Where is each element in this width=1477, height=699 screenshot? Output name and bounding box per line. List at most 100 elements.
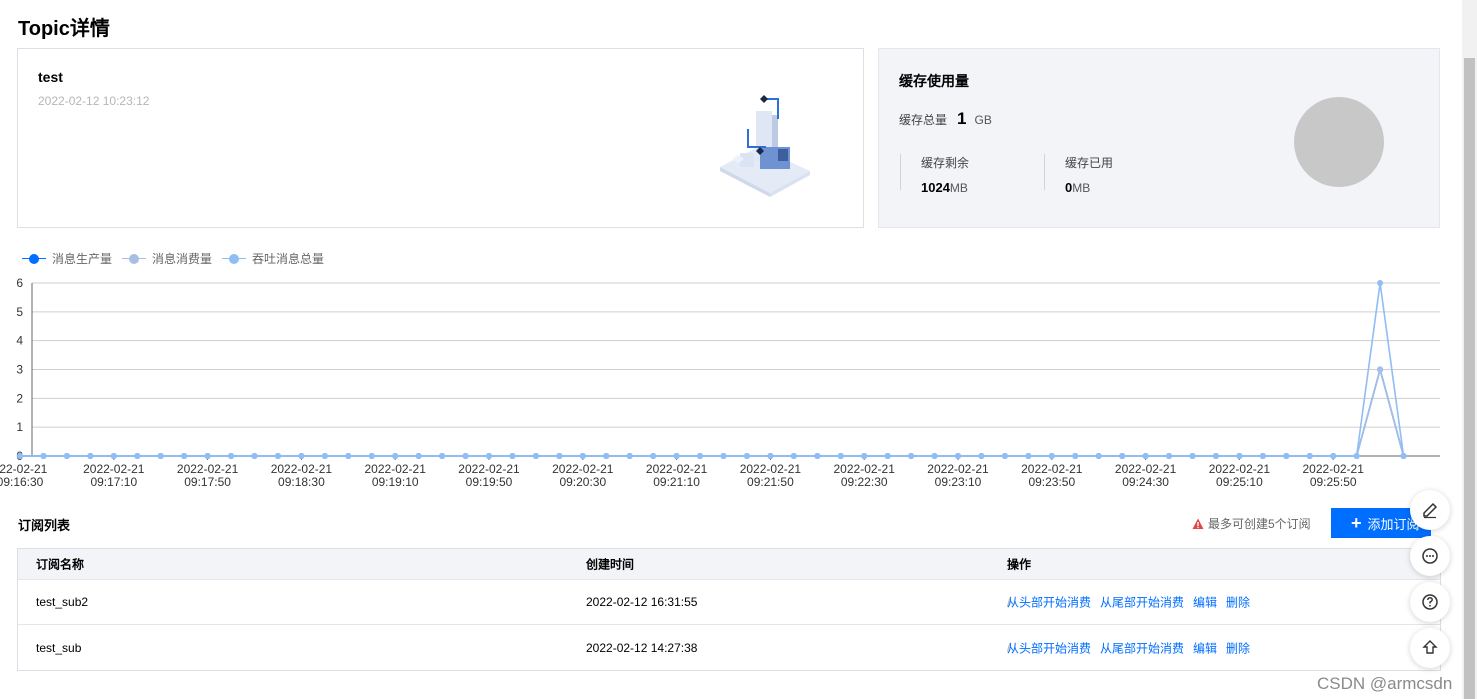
data-point	[87, 453, 94, 459]
x-tick-label: 2022-02-21	[1021, 462, 1083, 476]
cache-total-unit: GB	[974, 113, 992, 127]
data-point	[1400, 453, 1407, 459]
data-point	[1353, 453, 1360, 459]
cache-total-label: 缓存总量	[899, 113, 948, 127]
series-line	[20, 366, 1405, 457]
x-tick-label: 2022-02-21	[458, 462, 520, 476]
topic-created-time: 2022-02-12 10:23:12	[38, 94, 150, 108]
cache-title: 缓存使用量	[899, 73, 969, 89]
data-point	[626, 453, 633, 459]
data-point	[368, 453, 375, 459]
series-line	[20, 366, 1405, 457]
cache-remaining-unit: MB	[949, 181, 968, 195]
watermark: CSDN @armcsdn	[1317, 674, 1453, 693]
delete-link[interactable]: 删除	[1226, 594, 1250, 611]
column-header-name: 订阅名称	[36, 557, 85, 572]
edit-link[interactable]: 编辑	[1193, 594, 1217, 611]
data-point	[1306, 453, 1313, 459]
cache-used-label: 缓存已用	[1065, 156, 1114, 170]
data-point	[1048, 453, 1055, 459]
data-point	[321, 453, 328, 459]
data-point	[1236, 453, 1243, 459]
data-point	[697, 453, 704, 459]
warning-icon	[1192, 518, 1204, 529]
x-tick-label: 09:23:50	[1028, 475, 1075, 489]
scrollbar-thumb[interactable]	[1464, 58, 1475, 699]
column-header-created: 创建时间	[586, 557, 635, 572]
subscription-list-title: 订阅列表	[18, 518, 71, 533]
data-point	[1142, 453, 1149, 459]
consume-from-tail-link[interactable]: 从尾部开始消费	[1100, 639, 1184, 656]
legend-marker-icon	[22, 253, 46, 265]
legend-marker-icon	[222, 253, 247, 265]
data-point	[181, 453, 188, 459]
edit-float-button[interactable]	[1410, 490, 1450, 530]
data-point	[204, 453, 211, 459]
data-point	[743, 453, 750, 459]
consume-from-tail-link[interactable]: 从尾部开始消费	[1100, 594, 1184, 611]
action-separator: /	[1007, 640, 1011, 655]
legend-item-throughput[interactable]: 吞吐消息总量	[222, 250, 324, 267]
data-point	[1212, 453, 1219, 459]
data-point	[720, 453, 727, 459]
page-title: Topic详情	[18, 18, 110, 40]
legend-marker-icon	[122, 253, 147, 265]
x-tick-label: 09:19:10	[372, 475, 419, 489]
top-float-button[interactable]	[1410, 628, 1450, 668]
data-point	[509, 453, 516, 459]
data-point	[1072, 453, 1079, 459]
table-header: 订阅名称 创建时间 操作	[18, 549, 1440, 580]
edit-link[interactable]: 编辑	[1193, 639, 1217, 656]
data-point	[40, 453, 47, 459]
delete-link[interactable]: 删除	[1226, 639, 1250, 656]
data-point	[884, 453, 891, 459]
x-tick-label: 09:18:30	[278, 475, 325, 489]
y-tick-label: 1	[16, 420, 23, 434]
data-point	[837, 453, 844, 459]
row-actions: 从头部开始消费 / 从尾部开始消费 / 编辑 / 删除	[1007, 639, 1250, 656]
topic-name: test	[38, 69, 63, 85]
cache-used-unit: MB	[1072, 181, 1091, 195]
table-row: test_sub2 2022-02-12 16:31:55 从头部开始消费 / …	[18, 580, 1440, 625]
x-tick-label: 2022-02-21	[646, 462, 708, 476]
data-point	[1025, 453, 1032, 459]
cache-used: 缓存已用 0MB	[1044, 154, 1114, 195]
data-point	[228, 453, 235, 459]
legend-item-production[interactable]: 消息生产量	[22, 250, 112, 267]
x-tick-label: 09:24:30	[1122, 475, 1169, 489]
cache-remaining-value: 1024	[921, 180, 950, 195]
x-tick-label: 022-02-21	[0, 462, 48, 476]
consume-from-head-link[interactable]: 从头部开始消费	[1007, 639, 1091, 656]
x-tick-label: 09:22:30	[841, 475, 888, 489]
legend-item-consumption[interactable]: 消息消费量	[122, 250, 212, 267]
subscription-limit-tip: 最多可创建5个订阅	[1192, 515, 1311, 532]
y-tick-label: 6	[16, 276, 23, 290]
subscription-name: test_sub2	[36, 595, 89, 609]
help-icon	[1422, 594, 1438, 610]
data-point	[650, 453, 657, 459]
legend-label: 消息消费量	[152, 252, 213, 266]
cache-usage-pie	[1294, 97, 1384, 187]
data-point	[1119, 453, 1126, 459]
topic-illustration-icon	[720, 95, 810, 197]
subscription-limit-text: 最多可创建5个订阅	[1208, 517, 1311, 531]
data-point	[767, 453, 774, 459]
data-point	[1095, 453, 1102, 459]
x-tick-label: 09:25:10	[1216, 475, 1263, 489]
data-point	[1259, 453, 1266, 459]
vertical-scrollbar[interactable]	[1462, 0, 1477, 699]
x-tick-label: 09:17:50	[184, 475, 231, 489]
consume-from-head-link[interactable]: 从头部开始消费	[1007, 594, 1091, 611]
data-point	[439, 453, 446, 459]
data-point	[532, 453, 539, 459]
subscription-table: 订阅名称 创建时间 操作 test_sub2 2022-02-12 16:31:…	[17, 548, 1441, 671]
help-float-button[interactable]	[1410, 582, 1450, 622]
data-point	[556, 453, 563, 459]
x-tick-label: 09:16:30	[0, 475, 44, 489]
data-point	[298, 453, 305, 459]
data-point	[1001, 453, 1008, 459]
column-header-actions: 操作	[1007, 557, 1032, 572]
data-point	[1377, 366, 1384, 373]
chat-float-button[interactable]	[1410, 536, 1450, 576]
data-point	[1377, 280, 1384, 286]
